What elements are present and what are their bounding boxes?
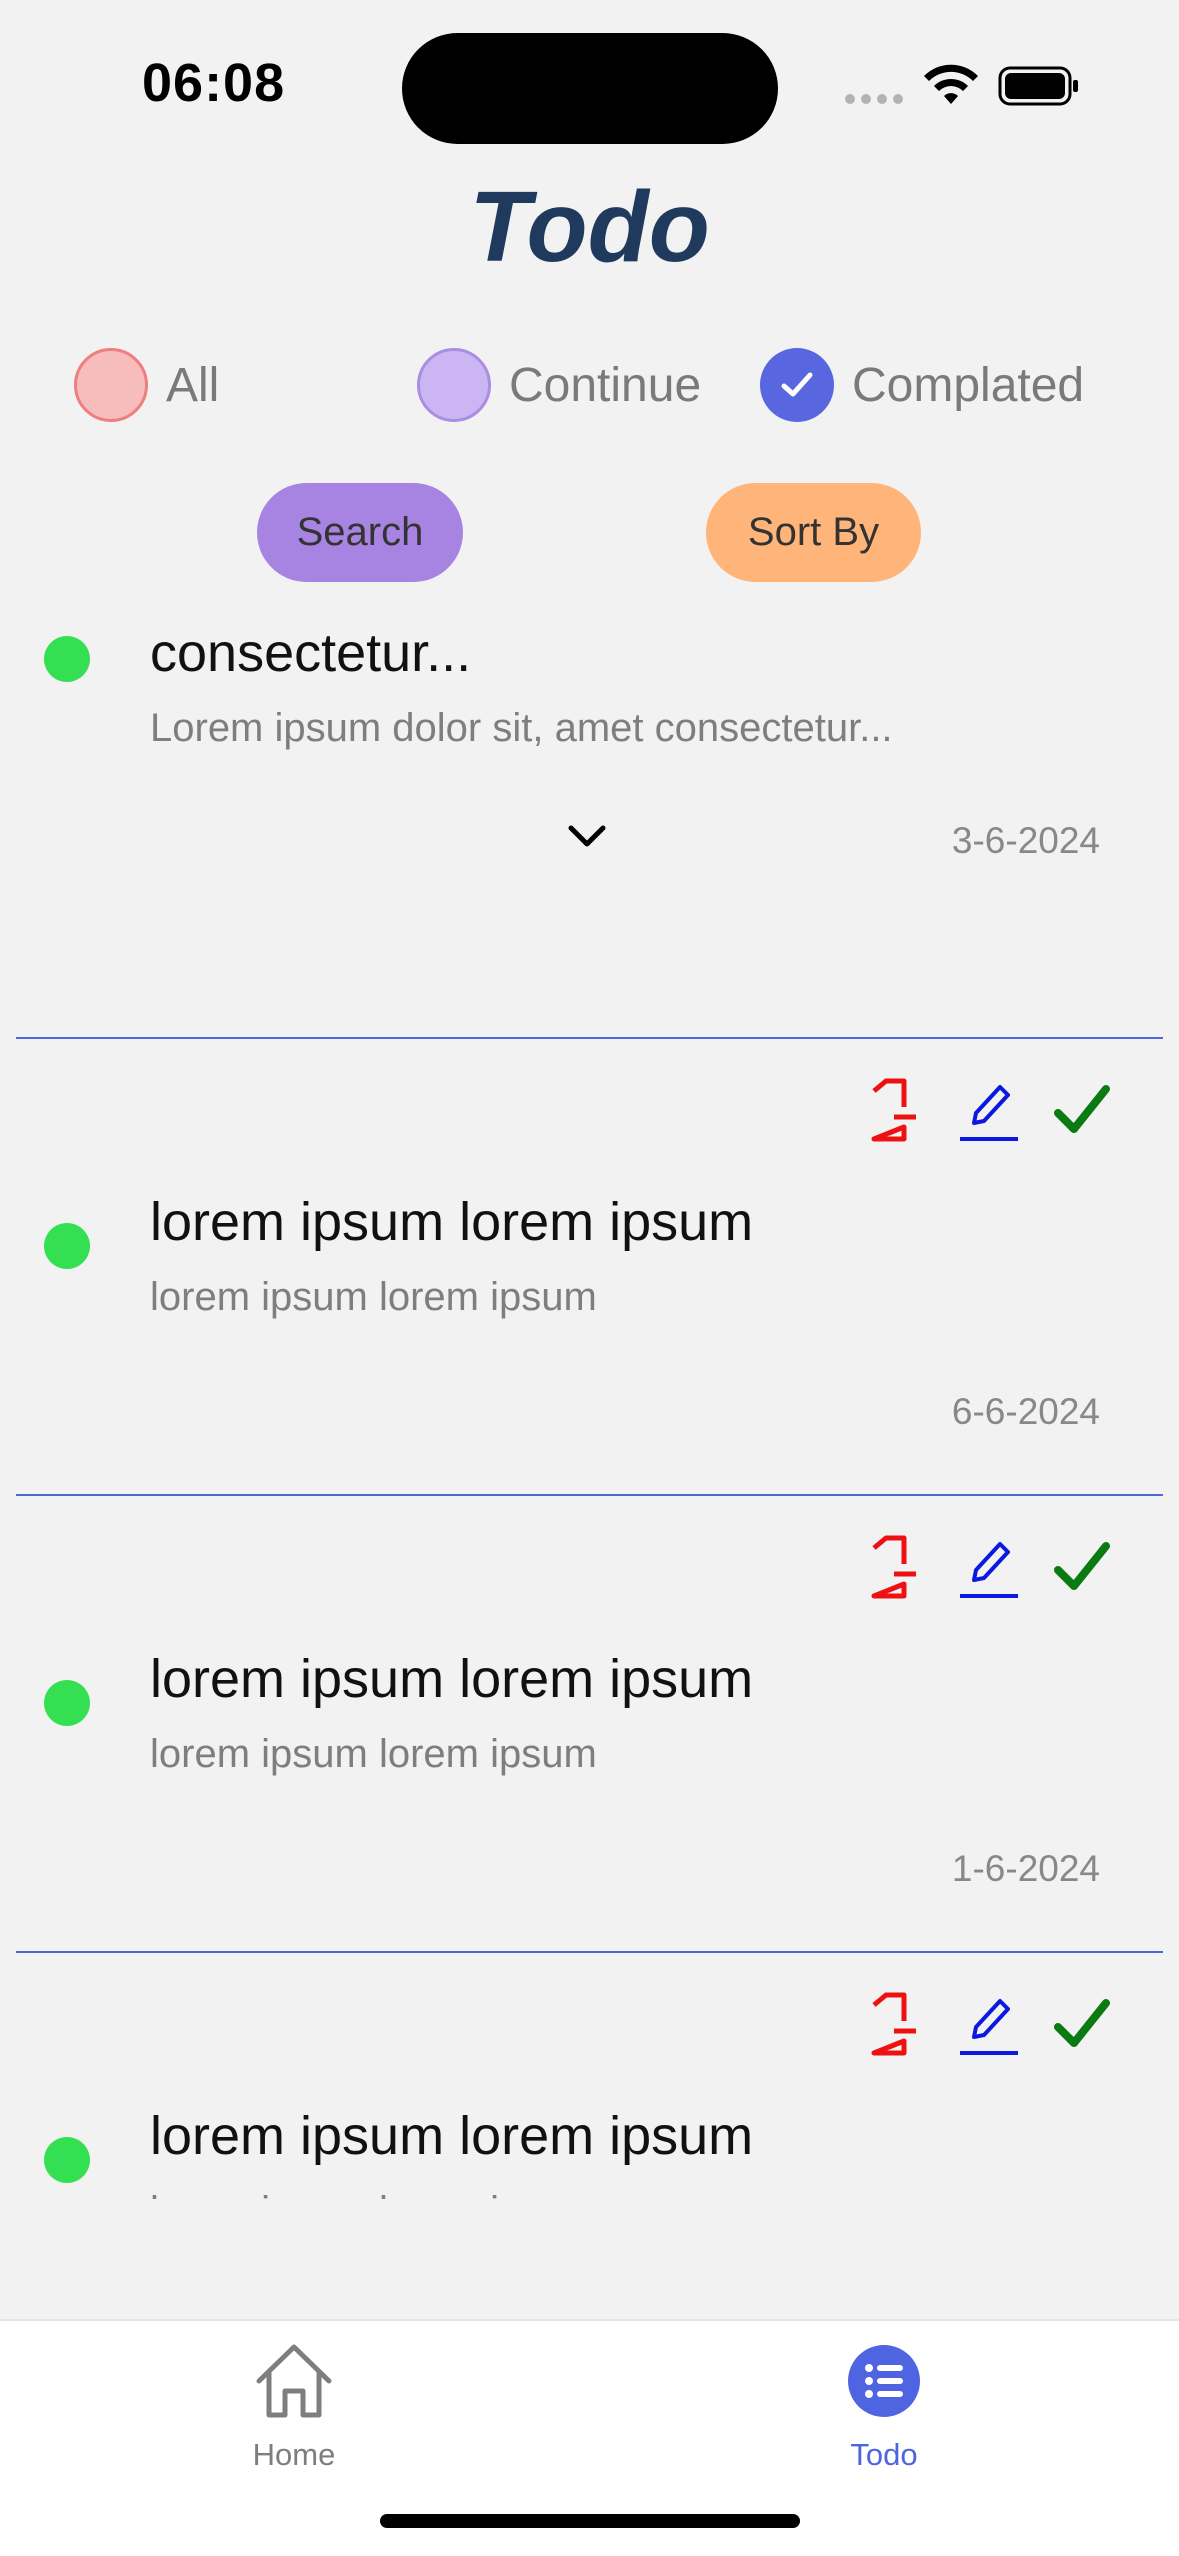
todo-title: lorem ipsum lorem ipsum [150, 1649, 754, 1709]
status-time: 06:08 [142, 53, 286, 113]
todo-actions [864, 1991, 1112, 2057]
todo-item[interactable]: consectetur... Lorem ipsum dolor sit, am… [0, 582, 1179, 1039]
todo-description: lorem ipsum lorem ipsum [150, 2189, 597, 2199]
tab-todo[interactable]: Todo [784, 2341, 984, 2473]
todo-title: lorem ipsum lorem ipsum [150, 2106, 754, 2166]
cellular-signal-icon [845, 94, 903, 104]
pencil-icon[interactable] [958, 1077, 1018, 1143]
checkmark-icon[interactable] [1052, 1077, 1112, 1143]
todo-title: consectetur... [150, 623, 472, 683]
radio-unchecked-icon[interactable] [417, 348, 491, 422]
todo-date: 1-6-2024 [951, 1848, 1100, 1889]
home-indicator [380, 2514, 800, 2528]
status-dot [44, 636, 90, 682]
pencil-icon[interactable] [958, 1991, 1018, 2057]
todo-title: lorem ipsum lorem ipsum [150, 1192, 754, 1252]
checkmark-icon[interactable] [1052, 1991, 1112, 2057]
sort-by-button[interactable]: Sort By [706, 483, 921, 582]
status-dot [44, 2137, 90, 2183]
tab-home[interactable]: Home [194, 2341, 394, 2473]
filter-all-label: All [166, 358, 220, 412]
pencil-icon[interactable] [958, 1534, 1018, 1600]
home-icon [256, 2344, 332, 2418]
wifi-icon [924, 64, 978, 104]
radio-unchecked-icon[interactable] [74, 348, 148, 422]
file-delete-icon[interactable] [864, 1534, 924, 1600]
filter-all[interactable]: All [74, 348, 219, 422]
todo-description: Lorem ipsum dolor sit, amet consectetur.… [150, 706, 893, 750]
tab-home-label: Home [252, 2437, 336, 2472]
checkmark-icon[interactable] [1052, 1534, 1112, 1600]
dynamic-island [402, 33, 778, 144]
battery-icon [998, 66, 1078, 106]
filter-continue-label: Continue [509, 358, 702, 412]
todo-item[interactable]: lorem ipsum lorem ipsum lorem ipsum lore… [0, 1953, 1179, 2199]
todo-item[interactable]: lorem ipsum lorem ipsum lorem ipsum lore… [0, 1496, 1179, 1953]
file-delete-icon[interactable] [864, 1991, 924, 2057]
todo-list[interactable]: consectetur... Lorem ipsum dolor sit, am… [0, 582, 1179, 2199]
tab-todo-label: Todo [850, 2437, 918, 2472]
check-icon [781, 372, 813, 397]
todo-actions [864, 1534, 1112, 1600]
page-title: Todo [469, 171, 710, 283]
todo-date: 3-6-2024 [951, 820, 1100, 861]
todo-description: lorem ipsum lorem ipsum [150, 1732, 597, 1776]
filter-completed[interactable]: Complated [760, 348, 1084, 422]
todo-date: 6-6-2024 [951, 1391, 1100, 1432]
filter-continue[interactable]: Continue [417, 348, 701, 422]
chevron-down-icon[interactable] [565, 822, 609, 852]
radio-checked-icon[interactable] [760, 348, 834, 422]
list-icon [848, 2345, 920, 2417]
file-delete-icon[interactable] [864, 1077, 924, 1143]
status-dot [44, 1680, 90, 1726]
todo-item[interactable]: lorem ipsum lorem ipsum lorem ipsum lore… [0, 1039, 1179, 1496]
todo-actions [864, 1077, 1112, 1143]
status-dot [44, 1223, 90, 1269]
filter-completed-label: Complated [852, 358, 1085, 412]
search-button[interactable]: Search [257, 483, 463, 582]
todo-description: lorem ipsum lorem ipsum [150, 1275, 597, 1319]
